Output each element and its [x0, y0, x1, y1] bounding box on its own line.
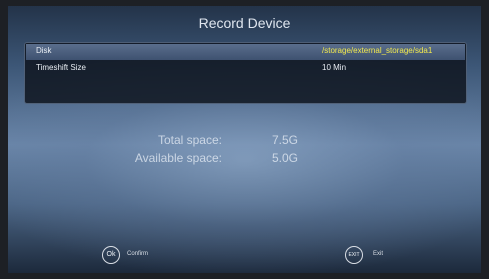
setting-row-disk[interactable]: Disk /storage/external_storage/sda1 — [26, 44, 465, 60]
ok-key-icon: Ok — [102, 246, 120, 264]
available-space-label: Available space: — [134, 151, 222, 165]
exit-button[interactable]: EXIT Exit — [345, 246, 405, 264]
setting-value-disk: /storage/external_storage/sda1 — [322, 46, 433, 55]
settings-panel: Disk /storage/external_storage/sda1 Time… — [24, 42, 467, 104]
record-device-screen: Record Device Disk /storage/external_sto… — [8, 6, 481, 273]
total-space-label: Total space: — [157, 133, 222, 147]
available-space-value: 5.0G — [272, 151, 299, 165]
confirm-label: Confirm — [127, 251, 149, 257]
setting-row-timeshift-size[interactable]: Timeshift Size 10 Min — [26, 61, 465, 77]
exit-label: Exit — [373, 251, 384, 257]
setting-label-disk: Disk — [36, 46, 52, 55]
confirm-button[interactable]: Ok Confirm — [102, 246, 172, 264]
page-title: Record Device — [198, 15, 291, 31]
exit-key-icon: EXIT — [345, 246, 363, 264]
setting-value-timeshift-size: 10 Min — [322, 63, 347, 72]
setting-label-timeshift-size: Timeshift Size — [36, 63, 86, 72]
tv-frame: Record Device Disk /storage/external_sto… — [0, 0, 489, 279]
total-space-value: 7.5G — [272, 133, 299, 147]
